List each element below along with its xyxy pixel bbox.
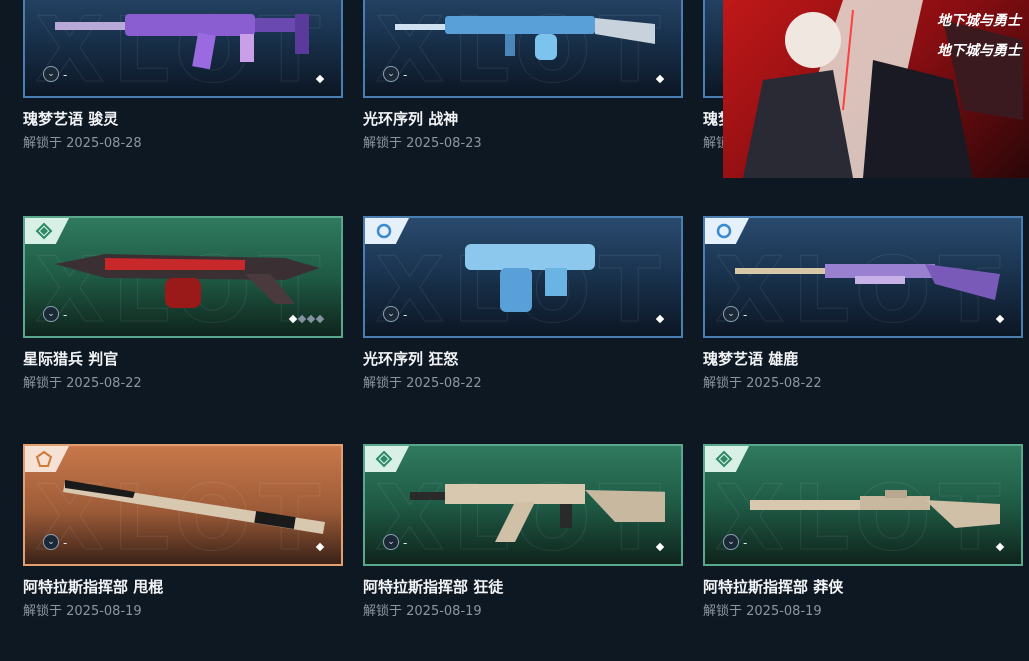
chevron-down-icon: ⌄ bbox=[43, 66, 59, 82]
weapon-card[interactable]: XLOT ⌄ - 瑰梦艺语 骏灵 解锁于 2025-08-28 bbox=[23, 0, 343, 156]
chevron-down-icon: ⌄ bbox=[723, 534, 739, 550]
card-title: 瑰梦艺语 骏灵 bbox=[23, 110, 119, 128]
weapon-image bbox=[395, 16, 655, 60]
level-indicator bbox=[315, 74, 325, 84]
weapon-card[interactable]: XLOT ⌄ - 阿特拉斯指挥部 莽侠 解锁于 2025-08-19 bbox=[703, 444, 1023, 624]
card-frame: XLOT ⌄ - bbox=[363, 216, 683, 338]
chevron-down-icon: ⌄ bbox=[383, 534, 399, 550]
weapon-card[interactable]: XLOT ⌄ - 阿特拉斯指挥部 甩棍 解锁于 2025-08-19 bbox=[23, 444, 343, 624]
weapon-image bbox=[410, 484, 665, 542]
card-frame: XLOT ⌄ - bbox=[363, 0, 683, 98]
unlock-date: 解锁于 2025-08-23 bbox=[363, 136, 482, 151]
card-frame: XLOT ⌄ - bbox=[703, 444, 1023, 566]
weapon-image bbox=[735, 264, 1000, 300]
chevron-down-icon: ⌄ bbox=[43, 306, 59, 322]
card-title: 阿特拉斯指挥部 莽侠 bbox=[703, 578, 844, 596]
card-title: 光环序列 战神 bbox=[363, 110, 459, 128]
level-diamond-icon bbox=[288, 314, 298, 324]
weapon-image bbox=[465, 244, 595, 312]
level-indicator bbox=[995, 314, 1005, 324]
level-diamond-icon bbox=[297, 314, 307, 324]
chevron-down-icon: ⌄ bbox=[383, 306, 399, 322]
unlock-date: 解锁于 2025-08-28 bbox=[23, 136, 142, 151]
weapon-image bbox=[55, 254, 320, 308]
ad-logo: 地下城与勇士 bbox=[937, 13, 1021, 29]
chevron-down-icon: ⌄ bbox=[43, 534, 59, 550]
unlock-date: 解锁于 2025-08-22 bbox=[23, 376, 142, 391]
level-diamond-icon bbox=[995, 314, 1005, 324]
level-indicator bbox=[655, 542, 665, 552]
unlock-date: 解锁于 2025-08-22 bbox=[703, 376, 822, 391]
weapon-image bbox=[750, 490, 1000, 528]
card-frame: XLOT ⌄ - bbox=[23, 0, 343, 98]
kill-counter: - bbox=[63, 308, 68, 322]
ad-logo: 地下城与勇士 bbox=[937, 43, 1021, 59]
kill-counter: - bbox=[403, 68, 408, 82]
weapon-card[interactable]: XLOT ⌄ - 光环序列 狂怒 解锁于 2025-08-22 bbox=[363, 216, 683, 396]
level-indicator bbox=[315, 542, 325, 552]
level-diamond-icon bbox=[306, 314, 316, 324]
level-indicator bbox=[995, 542, 1005, 552]
weapon-card[interactable]: XLOT ⌄ - 星际猎兵 判官 解锁于 2025-08-22 bbox=[23, 216, 343, 396]
chevron-down-icon: ⌄ bbox=[383, 66, 399, 82]
level-diamond-icon bbox=[315, 314, 325, 324]
card-frame: XLOT ⌄ - bbox=[23, 444, 343, 566]
kill-counter: - bbox=[743, 536, 748, 550]
chevron-down-icon: ⌄ bbox=[723, 306, 739, 322]
unlock-date: 解锁于 2025-08-19 bbox=[23, 604, 142, 619]
level-indicator bbox=[288, 314, 325, 324]
card-title: 阿特拉斯指挥部 狂徒 bbox=[363, 578, 504, 596]
level-diamond-icon bbox=[315, 542, 325, 552]
weapon-card[interactable]: XLOT ⌄ - 阿特拉斯指挥部 狂徒 解锁于 2025-08-19 bbox=[363, 444, 683, 624]
weapon-image bbox=[55, 14, 309, 70]
card-title: 阿特拉斯指挥部 甩棍 bbox=[23, 578, 164, 596]
weapon-card[interactable]: XLOT ⌄ - 光环序列 战神 解锁于 2025-08-23 bbox=[363, 0, 683, 156]
kill-counter: - bbox=[403, 536, 408, 550]
card-frame: XLOT ⌄ - bbox=[363, 444, 683, 566]
kill-counter: - bbox=[743, 308, 748, 322]
card-title: 瑰梦艺语 雄鹿 bbox=[703, 350, 799, 368]
unlock-date: 解锁于 2025-08-19 bbox=[363, 604, 482, 619]
level-diamond-icon bbox=[995, 542, 1005, 552]
level-diamond-icon bbox=[315, 74, 325, 84]
unlock-date: 解锁于 2025-08-19 bbox=[703, 604, 822, 619]
card-title: 光环序列 狂怒 bbox=[363, 350, 459, 368]
kill-counter: - bbox=[63, 536, 68, 550]
kill-counter: - bbox=[403, 308, 408, 322]
level-diamond-icon bbox=[655, 74, 665, 84]
level-indicator bbox=[655, 314, 665, 324]
weapon-card[interactable]: XLOT ⌄ - 瑰梦艺语 雄鹿 解锁于 2025-08-22 bbox=[703, 216, 1023, 396]
card-frame: XLOT ⌄ - bbox=[703, 216, 1023, 338]
unlock-date: 解锁于 2025-08-22 bbox=[363, 376, 482, 391]
level-diamond-icon bbox=[655, 314, 665, 324]
ad-banner[interactable]: 地下城与勇士 地下城与勇士 bbox=[723, 0, 1029, 178]
kill-counter: - bbox=[63, 68, 68, 82]
card-title: 星际猎兵 判官 bbox=[23, 350, 119, 368]
weapon-image bbox=[63, 480, 325, 534]
level-indicator bbox=[655, 74, 665, 84]
card-frame: XLOT ⌄ - bbox=[23, 216, 343, 338]
level-diamond-icon bbox=[655, 542, 665, 552]
